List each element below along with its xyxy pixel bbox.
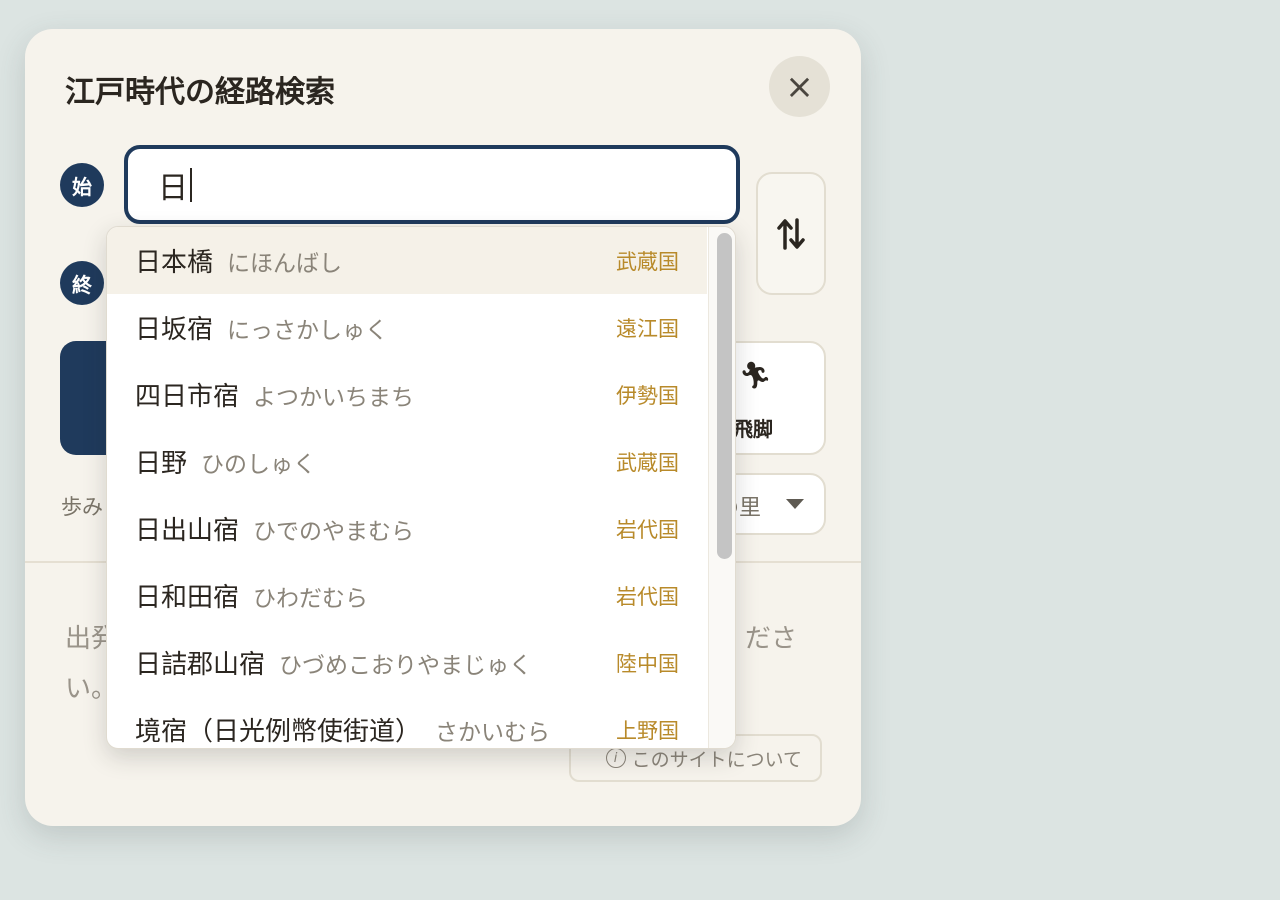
suggestion-name: 日本橋	[135, 248, 214, 278]
scrollbar-thumb[interactable]	[717, 233, 732, 559]
chevron-down-icon	[786, 499, 804, 509]
suggestion-kana: さかいむら	[435, 719, 551, 746]
suggestion-name: 日野	[135, 449, 188, 479]
suggestion-item[interactable]: 境宿（日光例幣使街道） さかいむら 上野国	[107, 696, 707, 748]
suggestion-kana: ひわだむら	[253, 585, 369, 612]
suggestion-province: 陸中国	[616, 651, 679, 676]
suggestion-item[interactable]: 日本橋 にほんばし 武蔵国	[107, 227, 707, 294]
page-title: 江戸時代の経路検索	[65, 75, 335, 110]
suggestion-kana: にほんばし	[227, 250, 343, 277]
suggestion-item[interactable]: 四日市宿 よつかいちまち 伊勢国	[107, 361, 707, 428]
dropdown-scrollbar[interactable]	[708, 227, 735, 748]
suggestion-province: 伊勢国	[616, 383, 679, 408]
suggestion-item[interactable]: 日野 ひのしゅく 武蔵国	[107, 428, 707, 495]
suggestion-province: 岩代国	[616, 517, 679, 542]
suggestion-kana: ひでのやまむら	[253, 518, 415, 545]
suggestion-item[interactable]: 日出山宿 ひでのやまむら 岩代国	[107, 495, 707, 562]
origin-input[interactable]: 日	[124, 145, 740, 224]
suggestion-province: 武蔵国	[616, 249, 679, 274]
origin-badge: 始	[60, 163, 104, 207]
suggestion-province: 武蔵国	[616, 450, 679, 475]
suggestion-kana: にっさかしゅく	[227, 317, 389, 344]
suggestion-kana: ひのしゅく	[201, 451, 317, 478]
mode-hikyaku-label: 飛脚	[733, 417, 773, 441]
suggestion-name: 日坂宿	[135, 315, 214, 345]
close-button[interactable]: ×	[769, 56, 830, 117]
suggestion-kana: よつかいちまち	[253, 384, 415, 411]
suggestion-name: 境宿（日光例幣使街道）	[135, 717, 422, 747]
text-caret	[190, 167, 192, 202]
suggestion-kana: ひづめこおりやまじゅく	[279, 652, 533, 679]
suggestion-name: 四日市宿	[135, 382, 240, 412]
suggestion-item[interactable]: 日詰郡山宿 ひづめこおりやまじゅく 陸中国	[107, 629, 707, 696]
destination-badge: 終	[60, 261, 104, 305]
suggestion-province: 岩代国	[616, 584, 679, 609]
swap-button[interactable]	[756, 172, 826, 295]
runner-icon: 🏃︎	[739, 361, 773, 391]
suggestion-name: 日出山宿	[135, 516, 240, 546]
swap-vertical-icon	[777, 217, 805, 250]
suggestion-name: 日和田宿	[135, 583, 240, 613]
origin-input-value: 日	[158, 170, 188, 206]
suggestion-province: 遠江国	[616, 316, 679, 341]
suggestion-item[interactable]: 日和田宿 ひわだむら 岩代国	[107, 562, 707, 629]
suggestion-name: 日詰郡山宿	[135, 650, 266, 680]
close-icon: ×	[785, 66, 814, 107]
suggestion-item[interactable]: 日坂宿 にっさかしゅく 遠江国	[107, 294, 707, 361]
suggestion-list: 日本橋 にほんばし 武蔵国 日坂宿 にっさかしゅく 遠江国 四日市宿 よつかいち…	[107, 227, 707, 748]
hint-text-right: ださ	[745, 624, 798, 654]
suggestion-province: 上野国	[616, 718, 679, 743]
info-icon: i	[605, 748, 626, 768]
suggestion-dropdown: 日本橋 にほんばし 武蔵国 日坂宿 にっさかしゅく 遠江国 四日市宿 よつかいち…	[106, 226, 736, 749]
